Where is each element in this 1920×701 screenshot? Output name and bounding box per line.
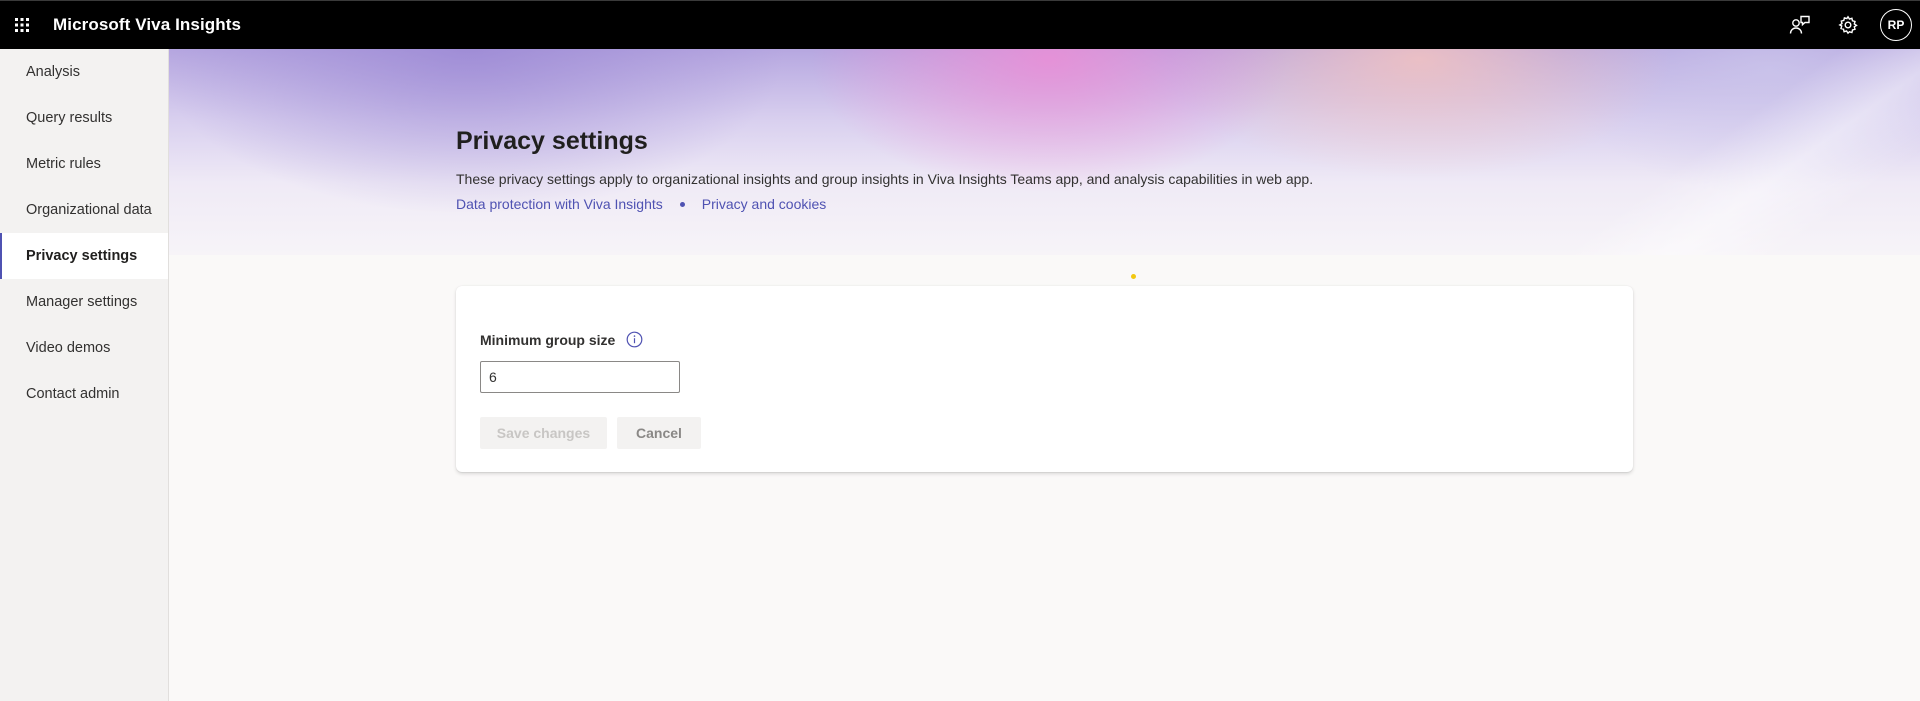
page-description: These privacy settings apply to organiza… [456, 171, 1314, 187]
sidebar-item-metric-rules[interactable]: Metric rules [0, 141, 168, 187]
sidebar-item-manager-settings[interactable]: Manager settings [0, 279, 168, 325]
cancel-button[interactable]: Cancel [617, 417, 701, 449]
gear-icon[interactable] [1824, 1, 1872, 49]
page-title: Privacy settings [456, 127, 648, 155]
header-links: Data protection with Viva Insights Priva… [456, 196, 1313, 212]
sidebar: Analysis Query results Metric rules Orga… [0, 49, 169, 701]
loading-indicator [1131, 274, 1136, 279]
app-title[interactable]: Microsoft Viva Insights [53, 15, 241, 35]
link-separator [679, 201, 685, 207]
sidebar-item-video-demos[interactable]: Video demos [0, 325, 168, 371]
privacy-settings-card: Minimum group size Save changes Cancel [456, 286, 1633, 472]
info-icon[interactable] [626, 331, 643, 348]
data-protection-link[interactable]: Data protection with Viva Insights [456, 196, 663, 212]
avatar[interactable]: RP [1880, 9, 1912, 41]
min-group-size-input[interactable] [480, 361, 680, 393]
min-group-size-label: Minimum group size [480, 331, 616, 348]
feedback-icon[interactable] [1776, 1, 1824, 49]
top-bar: Microsoft Viva Insights RP [0, 0, 1920, 49]
hero-banner: Privacy settings These privacy settings … [169, 49, 1920, 255]
sidebar-item-privacy-settings[interactable]: Privacy settings [0, 233, 168, 279]
sidebar-item-organizational-data[interactable]: Organizational data [0, 187, 168, 233]
hero-decoration [1410, 49, 1920, 255]
privacy-cookies-link[interactable]: Privacy and cookies [702, 196, 827, 212]
sidebar-item-contact-admin[interactable]: Contact admin [0, 371, 168, 417]
sidebar-item-query-results[interactable]: Query results [0, 95, 168, 141]
app-launcher-icon[interactable] [0, 1, 44, 49]
save-changes-button[interactable]: Save changes [480, 417, 607, 449]
sidebar-item-analysis[interactable]: Analysis [0, 49, 168, 95]
